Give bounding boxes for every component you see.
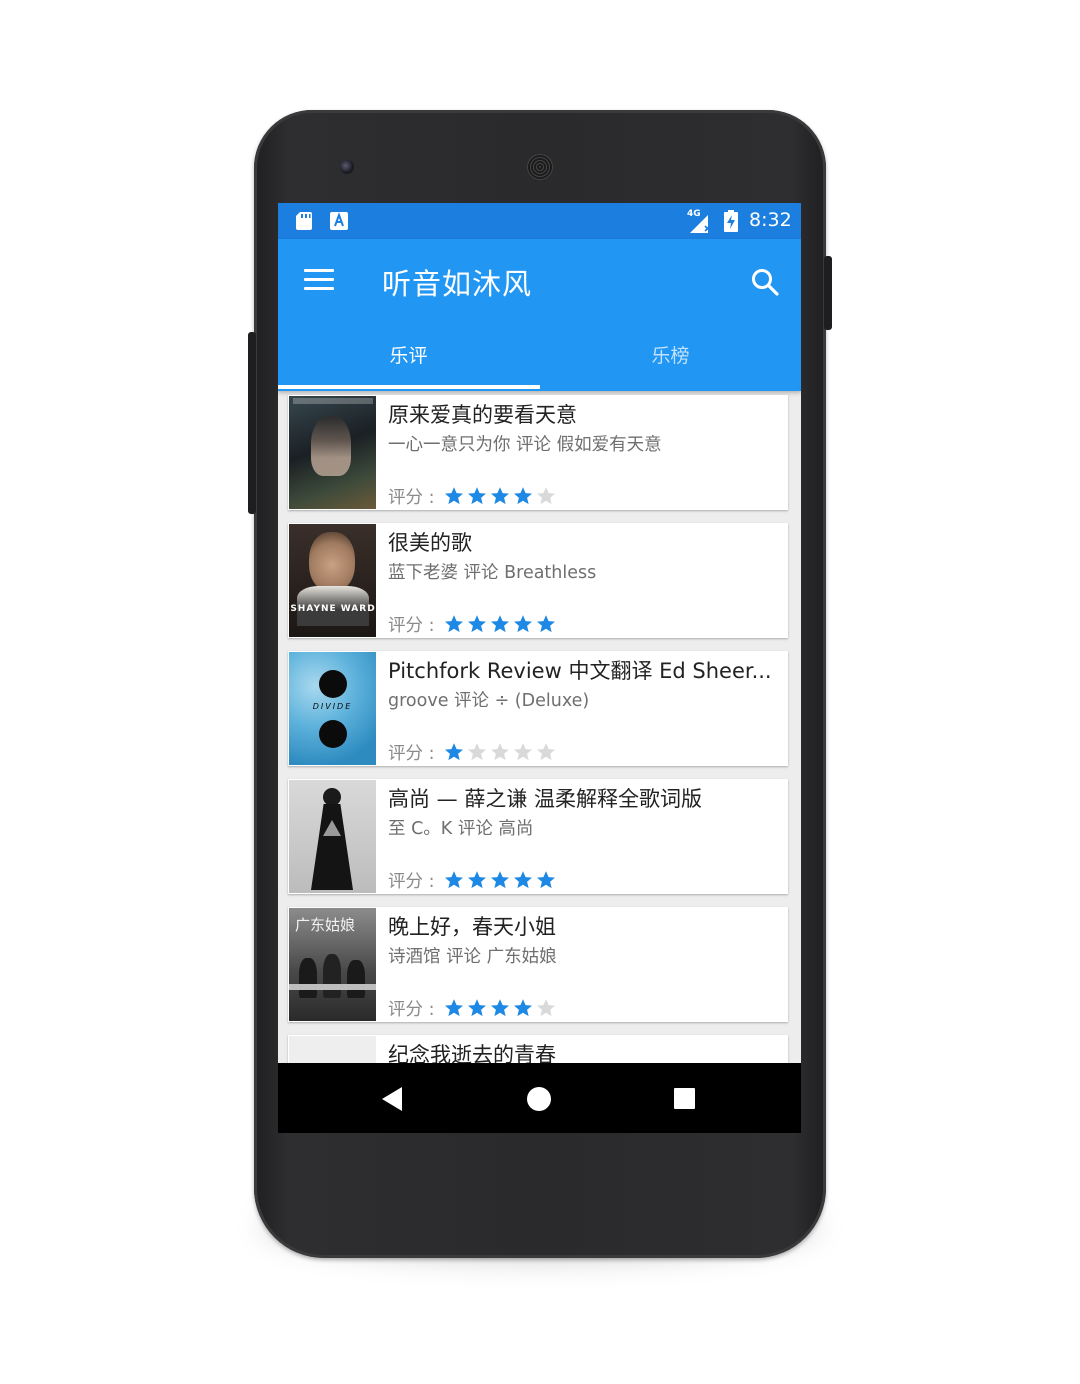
tab-reviews[interactable]: 乐评 xyxy=(278,335,539,391)
review-title: Pitchfork Review 中文翻译 Ed Sheer... xyxy=(388,659,772,683)
star-empty-icon xyxy=(537,742,556,760)
rating-label: 评分 : xyxy=(388,872,435,892)
star-filled-icon xyxy=(514,998,533,1016)
rating: 评分 : xyxy=(388,740,559,767)
back-icon[interactable] xyxy=(382,1087,404,1111)
star-filled-icon xyxy=(468,614,487,632)
album-cover: DIVIDE xyxy=(289,652,376,765)
star-filled-icon xyxy=(445,870,464,888)
tab-charts[interactable]: 乐榜 xyxy=(540,335,801,391)
review-subtitle: 至 C。K 评论 高尚 xyxy=(388,819,534,839)
album-cover: SHAYNE WARD xyxy=(289,524,376,637)
star-filled-icon xyxy=(468,870,487,888)
star-rating xyxy=(444,870,559,895)
hamburger-menu-icon[interactable] xyxy=(304,269,334,291)
rating: 评分 : xyxy=(388,868,559,895)
album-cover xyxy=(289,780,376,893)
star-filled-icon xyxy=(491,870,510,888)
star-filled-icon xyxy=(537,870,556,888)
review-card[interactable]: 高尚 — 薛之谦 温柔解释全歌词版 至 C。K 评论 高尚 评分 : xyxy=(288,779,788,894)
album-cover: 广东姑娘 xyxy=(289,908,376,1021)
cover-text: SHAYNE WARD xyxy=(290,604,376,614)
review-title: 很美的歌 xyxy=(388,531,472,555)
star-filled-icon xyxy=(445,998,464,1016)
review-title: 高尚 — 薛之谦 温柔解释全歌词版 xyxy=(388,787,703,811)
battery-charging-icon xyxy=(724,210,738,232)
star-empty-icon xyxy=(537,486,556,504)
signal-icon xyxy=(690,215,711,233)
star-empty-icon xyxy=(514,742,533,760)
home-icon[interactable] xyxy=(527,1087,551,1111)
tab-label: 乐评 xyxy=(389,345,428,367)
rating: 评分 : xyxy=(388,996,559,1023)
keyboard-a-icon xyxy=(330,212,348,230)
star-empty-icon xyxy=(468,742,487,760)
album-cover xyxy=(289,396,376,509)
rating-label: 评分 : xyxy=(388,488,435,508)
star-filled-icon xyxy=(445,614,464,632)
rating: 评分 : xyxy=(388,484,559,511)
screen: 4G 8:32 听音如沐风 乐评 乐榜 原来爱真的要看天意 一心一意只为你 评论… xyxy=(278,203,801,1133)
star-filled-icon xyxy=(491,486,510,504)
star-rating xyxy=(444,486,559,511)
rating-label: 评分 : xyxy=(388,744,435,764)
star-empty-icon xyxy=(491,742,510,760)
star-filled-icon xyxy=(468,998,487,1016)
recents-icon[interactable] xyxy=(674,1088,695,1109)
star-filled-icon xyxy=(514,870,533,888)
review-card[interactable]: 广东姑娘 晚上好，春天小姐 诗酒馆 评论 广东姑娘 评分 : xyxy=(288,907,788,1022)
search-icon[interactable] xyxy=(750,267,780,297)
star-rating xyxy=(444,998,559,1023)
power-button xyxy=(248,332,256,514)
rating-label: 评分 : xyxy=(388,616,435,636)
review-subtitle: 一心一意只为你 评论 假如爱有天意 xyxy=(388,435,662,455)
review-subtitle: 诗酒馆 评论 广东姑娘 xyxy=(388,947,557,967)
review-subtitle: 蓝下老婆 评论 Breathless xyxy=(388,563,597,583)
clock: 8:32 xyxy=(749,209,792,231)
star-rating xyxy=(444,742,559,767)
star-filled-icon xyxy=(514,614,533,632)
review-card[interactable]: 原来爱真的要看天意 一心一意只为你 评论 假如爱有天意 评分 : xyxy=(288,395,788,510)
star-filled-icon xyxy=(514,486,533,504)
tab-label: 乐榜 xyxy=(651,345,690,367)
star-filled-icon xyxy=(445,486,464,504)
star-empty-icon xyxy=(537,998,556,1016)
sd-card-icon xyxy=(296,212,312,230)
rating: 评分 : xyxy=(388,612,559,639)
review-title: 晚上好，春天小姐 xyxy=(388,915,556,939)
earpiece-speaker xyxy=(527,154,553,180)
cover-text: 广东姑娘 xyxy=(295,916,356,934)
star-filled-icon xyxy=(445,742,464,760)
tab-indicator xyxy=(278,385,540,389)
navigation-bar xyxy=(278,1063,801,1133)
star-filled-icon xyxy=(468,486,487,504)
volume-button xyxy=(824,256,832,330)
rating-label: 评分 : xyxy=(388,1000,435,1020)
app-bar: 听音如沐风 乐评 乐榜 xyxy=(278,239,801,391)
review-card[interactable]: SHAYNE WARD 很美的歌 蓝下老婆 评论 Breathless 评分 : xyxy=(288,523,788,638)
app-title: 听音如沐风 xyxy=(382,267,533,301)
front-camera xyxy=(340,160,354,174)
star-filled-icon xyxy=(491,614,510,632)
status-bar: 4G 8:32 xyxy=(278,203,801,239)
star-rating xyxy=(444,614,559,639)
review-subtitle: groove 评论 ÷ (Deluxe) xyxy=(388,691,590,711)
review-title: 原来爱真的要看天意 xyxy=(388,403,577,427)
review-card[interactable]: DIVIDE Pitchfork Review 中文翻译 Ed Sheer...… xyxy=(288,651,788,766)
star-filled-icon xyxy=(537,614,556,632)
cover-text: DIVIDE xyxy=(312,702,353,711)
star-filled-icon xyxy=(491,998,510,1016)
